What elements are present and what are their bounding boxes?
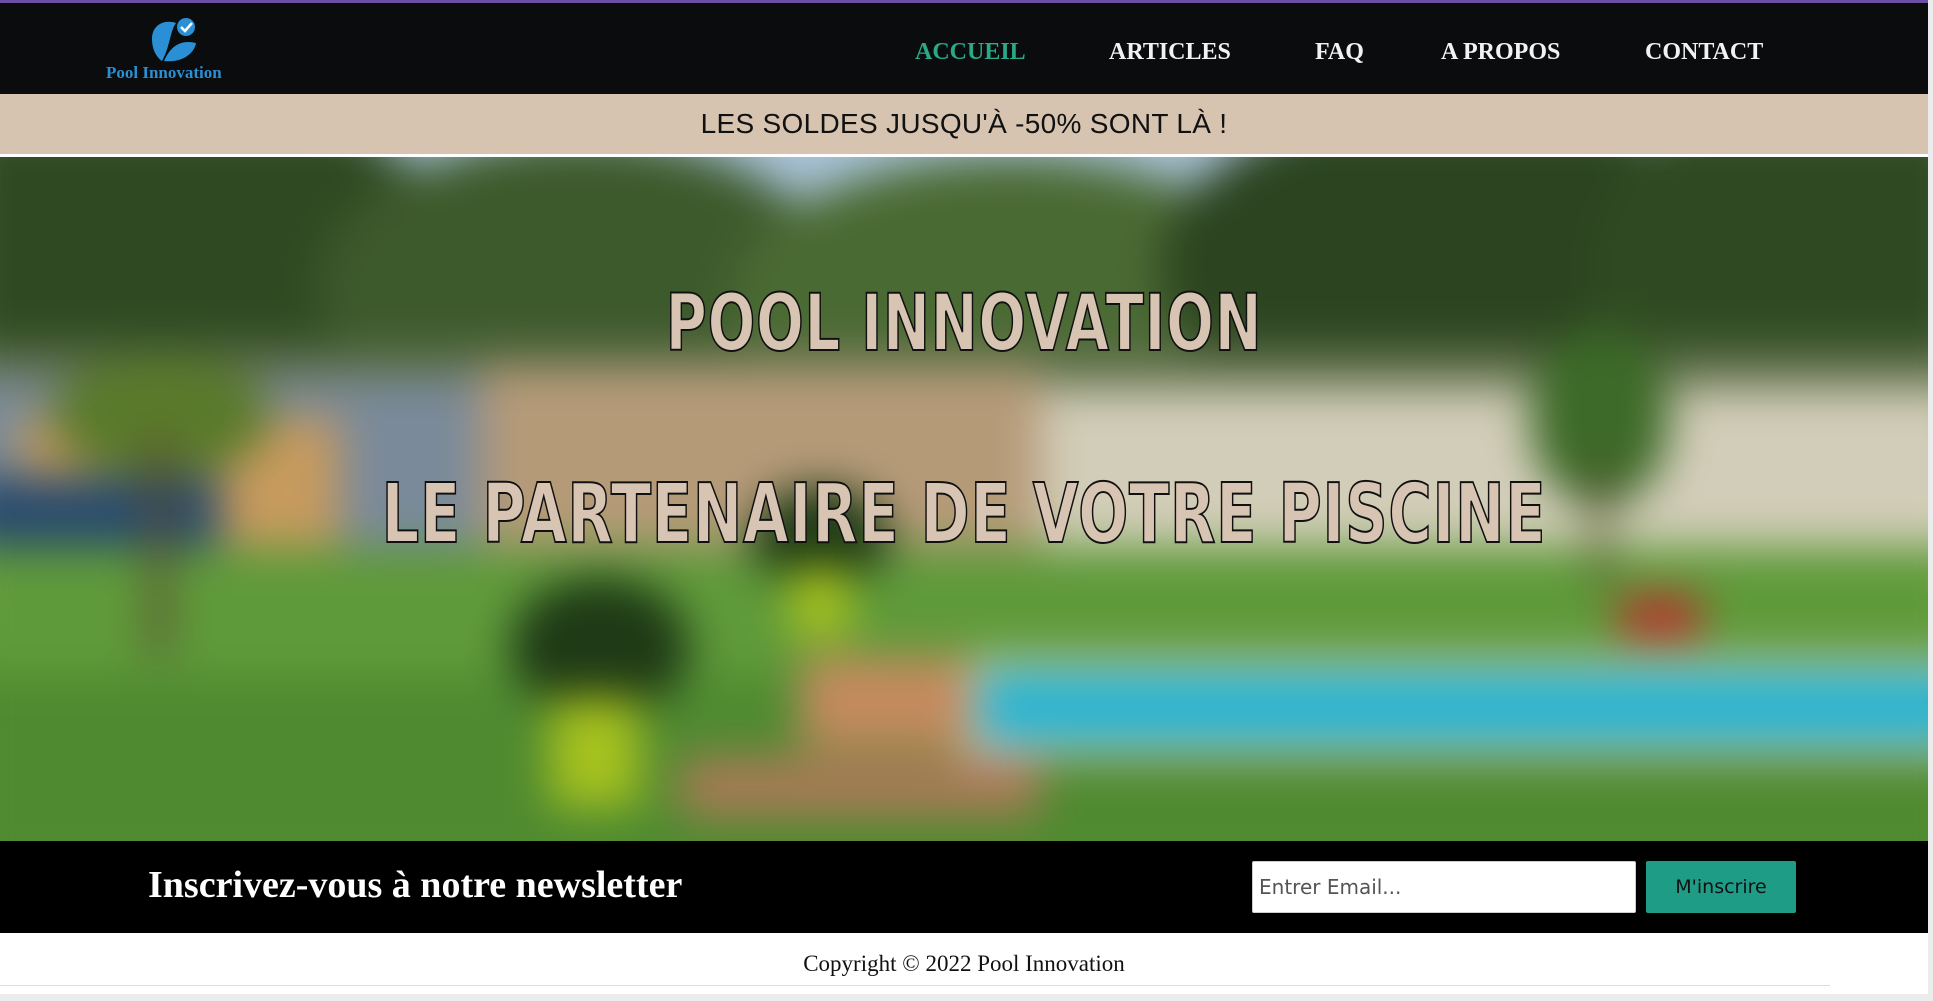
brand-name: Pool Innovation (106, 63, 222, 82)
newsletter-title: Inscrivez-vous à notre newsletter (148, 864, 683, 906)
leaves-check-logo-icon (152, 18, 196, 62)
subscribe-button[interactable]: M'inscrire (1646, 861, 1796, 913)
nav-item-faq[interactable]: FAQ (1315, 39, 1364, 66)
copyright-text: Copyright © 2022 Pool Innovation (803, 951, 1125, 976)
navbar: Pool Innovation ACCUEIL ARTICLES FAQ A P… (0, 3, 1928, 94)
brand-logo[interactable]: Pool Innovation (100, 17, 250, 87)
hero-subtitle: LE PARTENAIRE DE VOTRE PISCINE (381, 466, 1547, 563)
footer-divider (0, 985, 1830, 986)
nav-item-articles[interactable]: ARTICLES (1109, 39, 1231, 66)
hero-section: POOL INNOVATION LE PARTENAIRE DE VOTRE P… (0, 157, 1928, 841)
promo-banner: LES SOLDES JUSQU'À -50% SONT LÀ ! (0, 94, 1928, 154)
nav-item-a-propos[interactable]: A PROPOS (1441, 39, 1560, 66)
page: Pool Innovation ACCUEIL ARTICLES FAQ A P… (0, 0, 1928, 994)
nav-item-contact[interactable]: CONTACT (1645, 39, 1763, 66)
nav-item-accueil[interactable]: ACCUEIL (915, 39, 1026, 66)
newsletter-section: Inscrivez-vous à notre newsletter M'insc… (0, 841, 1928, 933)
email-input[interactable] (1252, 861, 1636, 913)
hero-title: POOL INNOVATION (665, 278, 1263, 370)
